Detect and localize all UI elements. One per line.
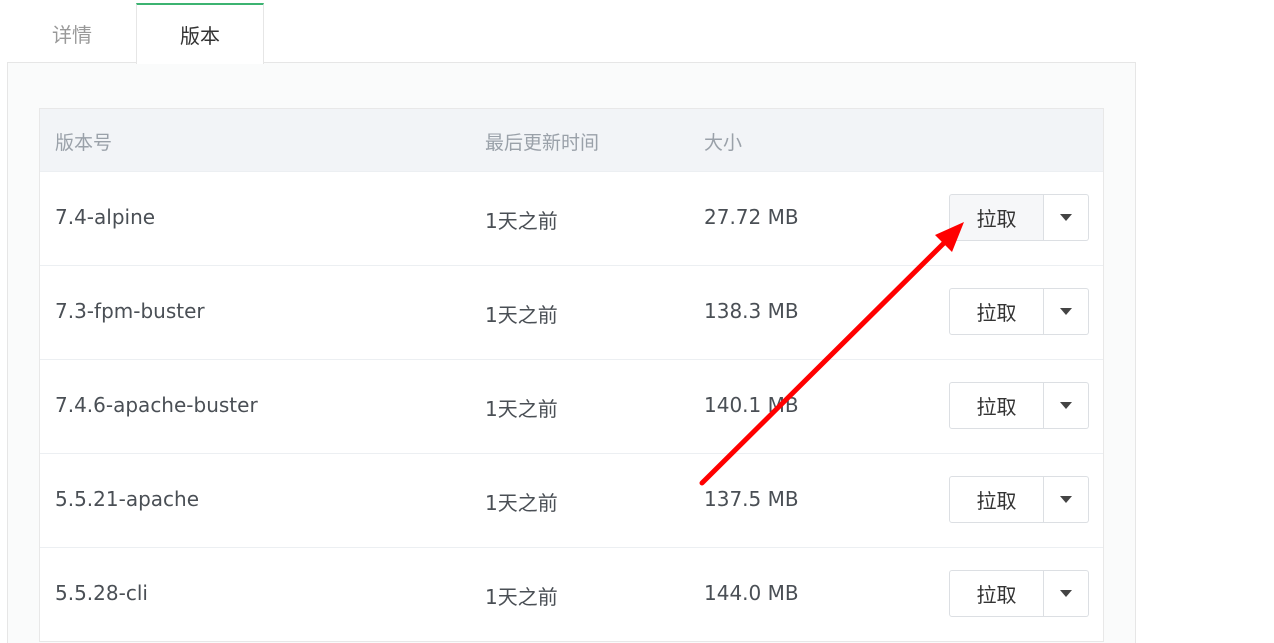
tab-details[interactable]: 详情 (8, 4, 136, 62)
versions-table: 版本号 最后更新时间 大小 7.4-alpine 1天之前 27.72 MB 拉… (39, 108, 1104, 642)
pull-options-dropdown[interactable] (1044, 288, 1089, 335)
pull-options-dropdown[interactable] (1044, 570, 1089, 617)
updated-cell: 1天之前 (485, 303, 558, 327)
updated-cell: 1天之前 (485, 491, 558, 515)
table-row: 7.4.6-apache-buster 1天之前 140.1 MB 拉取 (40, 359, 1103, 453)
header-version: 版本号 (55, 132, 113, 154)
version-cell: 7.4.6-apache-buster (55, 393, 258, 417)
updated-cell: 1天之前 (485, 209, 558, 233)
pull-button-group: 拉取 (949, 382, 1089, 429)
updated-cell: 1天之前 (485, 397, 558, 421)
pull-button[interactable]: 拉取 (949, 382, 1044, 429)
pull-options-dropdown[interactable] (1044, 194, 1089, 241)
pull-button-group: 拉取 (949, 476, 1089, 523)
size-cell: 140.1 MB (704, 393, 799, 417)
table-row: 7.3-fpm-buster 1天之前 138.3 MB 拉取 (40, 265, 1103, 359)
version-cell: 5.5.21-apache (55, 487, 200, 511)
version-cell: 7.3-fpm-buster (55, 299, 205, 323)
table-row: 7.4-alpine 1天之前 27.72 MB 拉取 (40, 171, 1103, 265)
updated-cell: 1天之前 (485, 585, 558, 609)
pull-button[interactable]: 拉取 (949, 570, 1044, 617)
pull-button[interactable]: 拉取 (949, 476, 1044, 523)
tab-bar: 详情 版本 (8, 0, 1136, 64)
table-row: 5.5.28-cli 1天之前 144.0 MB 拉取 (40, 547, 1103, 641)
header-updated: 最后更新时间 (485, 132, 600, 154)
table-row: 5.5.21-apache 1天之前 137.5 MB 拉取 (40, 453, 1103, 547)
pull-options-dropdown[interactable] (1044, 382, 1089, 429)
tab-versions[interactable]: 版本 (136, 3, 264, 64)
caret-down-icon (1060, 496, 1072, 503)
size-cell: 144.0 MB (704, 581, 799, 605)
table-header: 版本号 最后更新时间 大小 (40, 109, 1103, 171)
pull-button-group: 拉取 (949, 570, 1089, 617)
caret-down-icon (1060, 214, 1072, 221)
caret-down-icon (1060, 402, 1072, 409)
image-versions-page: 详情 版本 版本号 最后更新时间 大小 7.4-alpine 1天之前 27.7… (0, 0, 1274, 643)
pull-button-group: 拉取 (949, 194, 1089, 241)
size-cell: 138.3 MB (704, 299, 799, 323)
size-cell: 27.72 MB (704, 205, 799, 229)
pull-button-group: 拉取 (949, 288, 1089, 335)
pull-options-dropdown[interactable] (1044, 476, 1089, 523)
pull-button[interactable]: 拉取 (949, 288, 1044, 335)
size-cell: 137.5 MB (704, 487, 799, 511)
version-cell: 5.5.28-cli (55, 581, 148, 605)
header-size: 大小 (704, 132, 743, 154)
caret-down-icon (1060, 590, 1072, 597)
version-cell: 7.4-alpine (55, 205, 156, 229)
caret-down-icon (1060, 308, 1072, 315)
pull-button[interactable]: 拉取 (949, 194, 1044, 241)
